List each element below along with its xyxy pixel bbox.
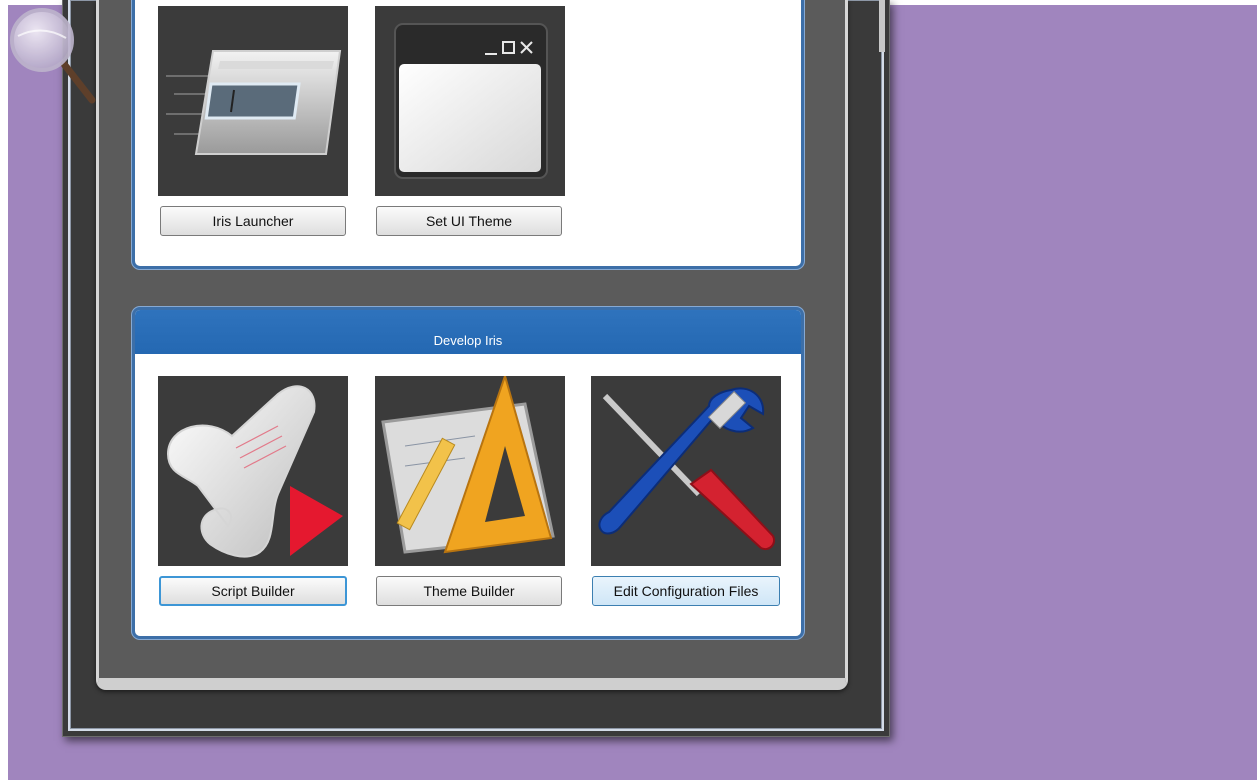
- wrench-screwdriver-icon: [598, 387, 775, 550]
- iris-launcher-button[interactable]: Iris Launcher: [160, 206, 346, 236]
- tile-set-ui-theme[interactable]: [375, 6, 565, 196]
- left-edge: [0, 0, 8, 780]
- tile-theme-builder[interactable]: [375, 376, 565, 566]
- theme-builder-button[interactable]: Theme Builder: [376, 576, 562, 606]
- blank-window-icon: [394, 23, 548, 179]
- group-title: Develop Iris: [135, 310, 801, 354]
- tile-edit-configuration[interactable]: [591, 376, 781, 566]
- set-ui-theme-button[interactable]: Set UI Theme: [376, 206, 562, 236]
- magnifier-icon: [10, 8, 96, 104]
- drafting-triangle-icon: [381, 376, 555, 554]
- tile-iris-launcher[interactable]: [158, 6, 348, 196]
- script-builder-button[interactable]: Script Builder: [159, 576, 347, 606]
- script-scroll-icon: [166, 385, 343, 558]
- tile-script-builder[interactable]: [158, 376, 348, 566]
- edit-configuration-files-button[interactable]: Edit Configuration Files: [592, 576, 780, 606]
- window-launcher-icon: [166, 50, 342, 155]
- scrollbar-stub[interactable]: [879, 0, 885, 52]
